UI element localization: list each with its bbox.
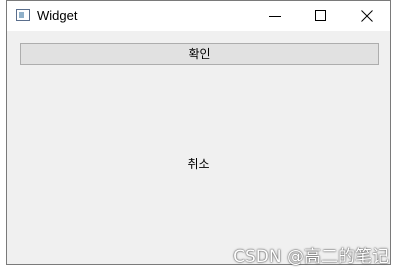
close-icon bbox=[361, 10, 373, 22]
minimize-icon bbox=[269, 16, 281, 17]
app-window-icon bbox=[16, 9, 30, 21]
title-bar[interactable]: Widget bbox=[7, 1, 390, 31]
client-area: 확인 취소 bbox=[7, 31, 390, 264]
confirm-button[interactable]: 확인 bbox=[20, 43, 379, 65]
cancel-label: 취소 bbox=[187, 157, 210, 171]
maximize-icon bbox=[315, 10, 326, 21]
watermark-text: CSDN @高二的笔记 bbox=[233, 247, 389, 267]
minimize-button[interactable] bbox=[252, 1, 298, 31]
maximize-button[interactable] bbox=[298, 1, 344, 31]
close-button[interactable] bbox=[344, 1, 390, 31]
window-title: Widget bbox=[37, 8, 78, 23]
app-window: Widget 확인 취소 bbox=[6, 0, 391, 265]
